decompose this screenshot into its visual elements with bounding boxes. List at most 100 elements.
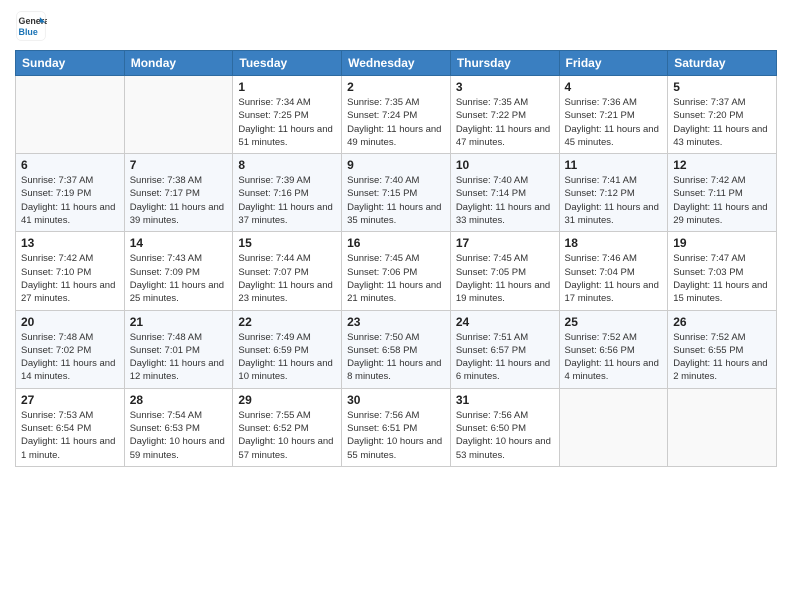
- day-info: Sunrise: 7:35 AM Sunset: 7:24 PM Dayligh…: [347, 96, 445, 149]
- day-info: Sunrise: 7:37 AM Sunset: 7:20 PM Dayligh…: [673, 96, 771, 149]
- day-info: Sunrise: 7:48 AM Sunset: 7:01 PM Dayligh…: [130, 331, 228, 384]
- calendar-week-row: 13Sunrise: 7:42 AM Sunset: 7:10 PM Dayli…: [16, 232, 777, 310]
- day-info: Sunrise: 7:42 AM Sunset: 7:11 PM Dayligh…: [673, 174, 771, 227]
- day-info: Sunrise: 7:53 AM Sunset: 6:54 PM Dayligh…: [21, 409, 119, 462]
- day-number: 11: [565, 158, 663, 172]
- day-number: 23: [347, 315, 445, 329]
- day-header-thursday: Thursday: [450, 51, 559, 76]
- day-number: 8: [238, 158, 336, 172]
- day-number: 5: [673, 80, 771, 94]
- day-info: Sunrise: 7:45 AM Sunset: 7:05 PM Dayligh…: [456, 252, 554, 305]
- calendar-cell: 7Sunrise: 7:38 AM Sunset: 7:17 PM Daylig…: [124, 154, 233, 232]
- calendar-cell: 3 Sunrise: 7:35 AM Sunset: 7:22 PM Daylig…: [450, 76, 559, 154]
- day-number: 7: [130, 158, 228, 172]
- day-number: 22: [238, 315, 336, 329]
- day-number: 6: [21, 158, 119, 172]
- day-info: Sunrise: 7:51 AM Sunset: 6:57 PM Dayligh…: [456, 331, 554, 384]
- day-info: Sunrise: 7:34 AM Sunset: 7:25 PM Dayligh…: [238, 96, 336, 149]
- day-info: Sunrise: 7:44 AM Sunset: 7:07 PM Dayligh…: [238, 252, 336, 305]
- calendar-cell: [668, 388, 777, 466]
- day-number: 27: [21, 393, 119, 407]
- calendar-cell: 12 Sunrise: 7:42 AM Sunset: 7:11 PM Dayli…: [668, 154, 777, 232]
- day-info: Sunrise: 7:42 AM Sunset: 7:10 PM Dayligh…: [21, 252, 119, 305]
- day-info: Sunrise: 7:40 AM Sunset: 7:15 PM Dayligh…: [347, 174, 445, 227]
- day-number: 20: [21, 315, 119, 329]
- day-header-monday: Monday: [124, 51, 233, 76]
- day-number: 16: [347, 236, 445, 250]
- calendar-cell: 4 Sunrise: 7:36 AM Sunset: 7:21 PM Daylig…: [559, 76, 668, 154]
- calendar-cell: 2 Sunrise: 7:35 AM Sunset: 7:24 PM Daylig…: [342, 76, 451, 154]
- calendar-cell: 1 Sunrise: 7:34 AM Sunset: 7:25 PM Daylig…: [233, 76, 342, 154]
- calendar-cell: 28Sunrise: 7:54 AM Sunset: 6:53 PM Dayli…: [124, 388, 233, 466]
- calendar-cell: 29 Sunrise: 7:55 AM Sunset: 6:52 PM Dayli…: [233, 388, 342, 466]
- day-info: Sunrise: 7:43 AM Sunset: 7:09 PM Dayligh…: [130, 252, 228, 305]
- calendar-cell: 13Sunrise: 7:42 AM Sunset: 7:10 PM Dayli…: [16, 232, 125, 310]
- svg-text:Blue: Blue: [19, 27, 38, 37]
- calendar-header-row: SundayMondayTuesdayWednesdayThursdayFrid…: [16, 51, 777, 76]
- day-info: Sunrise: 7:47 AM Sunset: 7:03 PM Dayligh…: [673, 252, 771, 305]
- calendar-cell: 8 Sunrise: 7:39 AM Sunset: 7:16 PM Daylig…: [233, 154, 342, 232]
- calendar-cell: [559, 388, 668, 466]
- calendar-cell: 20 Sunrise: 7:48 AM Sunset: 7:02 PM Dayli…: [16, 310, 125, 388]
- day-number: 30: [347, 393, 445, 407]
- day-info: Sunrise: 7:40 AM Sunset: 7:14 PM Dayligh…: [456, 174, 554, 227]
- calendar-cell: 22 Sunrise: 7:49 AM Sunset: 6:59 PM Dayli…: [233, 310, 342, 388]
- day-info: Sunrise: 7:56 AM Sunset: 6:50 PM Dayligh…: [456, 409, 554, 462]
- day-info: Sunrise: 7:48 AM Sunset: 7:02 PM Dayligh…: [21, 331, 119, 384]
- calendar-cell: 27 Sunrise: 7:53 AM Sunset: 6:54 PM Dayli…: [16, 388, 125, 466]
- day-info: Sunrise: 7:54 AM Sunset: 6:53 PM Dayligh…: [130, 409, 228, 462]
- calendar-cell: 15Sunrise: 7:44 AM Sunset: 7:07 PM Dayli…: [233, 232, 342, 310]
- calendar-cell: 25Sunrise: 7:52 AM Sunset: 6:56 PM Dayli…: [559, 310, 668, 388]
- day-number: 17: [456, 236, 554, 250]
- day-info: Sunrise: 7:56 AM Sunset: 6:51 PM Dayligh…: [347, 409, 445, 462]
- calendar-cell: 11 Sunrise: 7:41 AM Sunset: 7:12 PM Dayli…: [559, 154, 668, 232]
- calendar-cell: 18Sunrise: 7:46 AM Sunset: 7:04 PM Dayli…: [559, 232, 668, 310]
- day-number: 31: [456, 393, 554, 407]
- calendar-cell: 21 Sunrise: 7:48 AM Sunset: 7:01 PM Dayli…: [124, 310, 233, 388]
- day-number: 19: [673, 236, 771, 250]
- day-header-wednesday: Wednesday: [342, 51, 451, 76]
- calendar-cell: 23 Sunrise: 7:50 AM Sunset: 6:58 PM Dayli…: [342, 310, 451, 388]
- day-info: Sunrise: 7:50 AM Sunset: 6:58 PM Dayligh…: [347, 331, 445, 384]
- calendar: SundayMondayTuesdayWednesdayThursdayFrid…: [15, 50, 777, 467]
- header: General Blue: [15, 10, 777, 42]
- day-info: Sunrise: 7:41 AM Sunset: 7:12 PM Dayligh…: [565, 174, 663, 227]
- calendar-cell: [124, 76, 233, 154]
- day-number: 24: [456, 315, 554, 329]
- day-info: Sunrise: 7:39 AM Sunset: 7:16 PM Dayligh…: [238, 174, 336, 227]
- day-header-friday: Friday: [559, 51, 668, 76]
- calendar-cell: 24 Sunrise: 7:51 AM Sunset: 6:57 PM Dayli…: [450, 310, 559, 388]
- day-info: Sunrise: 7:35 AM Sunset: 7:22 PM Dayligh…: [456, 96, 554, 149]
- calendar-cell: 10 Sunrise: 7:40 AM Sunset: 7:14 PM Dayli…: [450, 154, 559, 232]
- calendar-week-row: 27 Sunrise: 7:53 AM Sunset: 6:54 PM Dayli…: [16, 388, 777, 466]
- calendar-cell: 26 Sunrise: 7:52 AM Sunset: 6:55 PM Dayli…: [668, 310, 777, 388]
- calendar-cell: 14 Sunrise: 7:43 AM Sunset: 7:09 PM Dayli…: [124, 232, 233, 310]
- calendar-cell: 6Sunrise: 7:37 AM Sunset: 7:19 PM Daylig…: [16, 154, 125, 232]
- day-number: 3: [456, 80, 554, 94]
- day-number: 26: [673, 315, 771, 329]
- calendar-cell: 16Sunrise: 7:45 AM Sunset: 7:06 PM Dayli…: [342, 232, 451, 310]
- calendar-cell: 19 Sunrise: 7:47 AM Sunset: 7:03 PM Dayli…: [668, 232, 777, 310]
- day-info: Sunrise: 7:52 AM Sunset: 6:55 PM Dayligh…: [673, 331, 771, 384]
- day-info: Sunrise: 7:55 AM Sunset: 6:52 PM Dayligh…: [238, 409, 336, 462]
- day-number: 25: [565, 315, 663, 329]
- day-number: 10: [456, 158, 554, 172]
- day-info: Sunrise: 7:36 AM Sunset: 7:21 PM Dayligh…: [565, 96, 663, 149]
- day-number: 29: [238, 393, 336, 407]
- calendar-week-row: 1 Sunrise: 7:34 AM Sunset: 7:25 PM Daylig…: [16, 76, 777, 154]
- day-number: 14: [130, 236, 228, 250]
- day-number: 12: [673, 158, 771, 172]
- calendar-cell: 31 Sunrise: 7:56 AM Sunset: 6:50 PM Dayli…: [450, 388, 559, 466]
- day-number: 4: [565, 80, 663, 94]
- calendar-cell: [16, 76, 125, 154]
- day-number: 1: [238, 80, 336, 94]
- day-header-tuesday: Tuesday: [233, 51, 342, 76]
- day-number: 2: [347, 80, 445, 94]
- logo: General Blue: [15, 10, 53, 42]
- day-number: 21: [130, 315, 228, 329]
- day-info: Sunrise: 7:49 AM Sunset: 6:59 PM Dayligh…: [238, 331, 336, 384]
- calendar-cell: 30 Sunrise: 7:56 AM Sunset: 6:51 PM Dayli…: [342, 388, 451, 466]
- calendar-cell: 9Sunrise: 7:40 AM Sunset: 7:15 PM Daylig…: [342, 154, 451, 232]
- calendar-cell: 17 Sunrise: 7:45 AM Sunset: 7:05 PM Dayli…: [450, 232, 559, 310]
- day-header-sunday: Sunday: [16, 51, 125, 76]
